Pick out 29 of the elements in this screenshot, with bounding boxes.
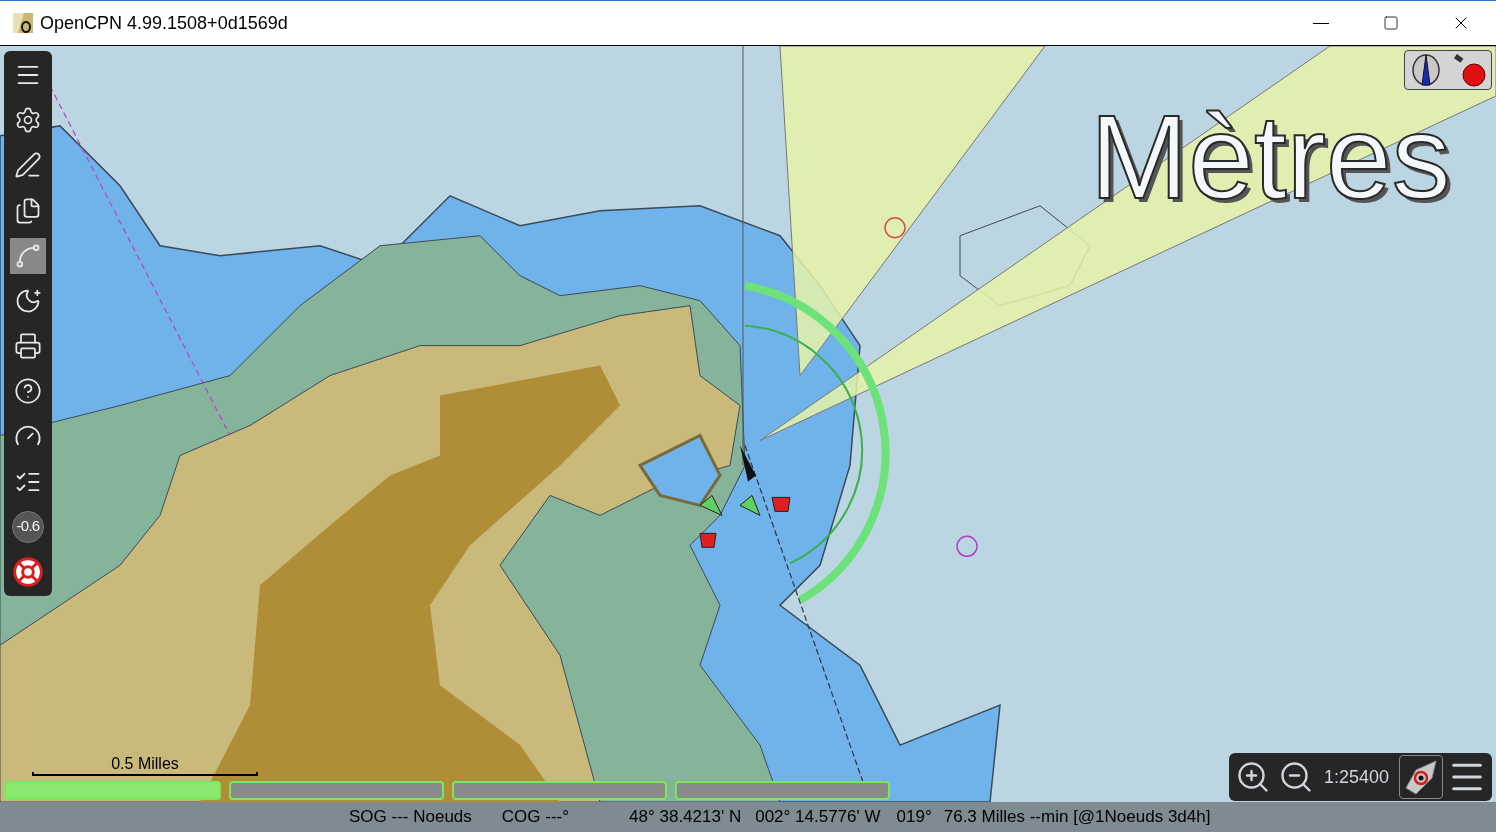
- toolbar-button[interactable]: [10, 237, 46, 274]
- pen-icon: [14, 151, 42, 180]
- printer-icon: [14, 332, 42, 361]
- gps-status-icon[interactable]: [1452, 53, 1486, 87]
- follow-boat-button[interactable]: [1399, 755, 1443, 799]
- buoy-symbol: [739, 494, 761, 516]
- latitude-readout: 48° 38.4213' N: [629, 806, 742, 829]
- longitude-readout: 002° 14.5776' W: [755, 806, 881, 829]
- chart-scale-label: 1:25400: [1323, 765, 1391, 789]
- app-logo-icon: [12, 12, 34, 34]
- buoy-symbol: [771, 496, 791, 512]
- settings-icon: [14, 106, 42, 135]
- compass-icon[interactable]: [1410, 53, 1442, 87]
- scale-label: 0.5 Milles: [111, 756, 179, 772]
- window-title: OpenCPN 4.99.1508+0d1569d: [40, 11, 288, 35]
- buoy-symbol: [699, 494, 723, 516]
- lifebuoy-icon: [12, 555, 44, 588]
- help-icon: [14, 377, 42, 406]
- maximize-icon: [1383, 15, 1399, 31]
- toolbar-button[interactable]: -0.6: [10, 508, 46, 545]
- minimize-icon: [1313, 22, 1329, 24]
- caution-symbol: [884, 217, 906, 239]
- bearing-readout: 019°: [896, 806, 932, 829]
- route-readout: 76.3 Milles --min [@1Noeuds 3d4h]: [943, 806, 1211, 829]
- caution-symbol: [956, 535, 978, 558]
- pages-icon: [14, 196, 42, 225]
- buoy-symbol: [699, 532, 717, 548]
- sog-readout: SOG --- Noeuds: [349, 806, 472, 829]
- cog-readout: COG ---°: [501, 806, 570, 829]
